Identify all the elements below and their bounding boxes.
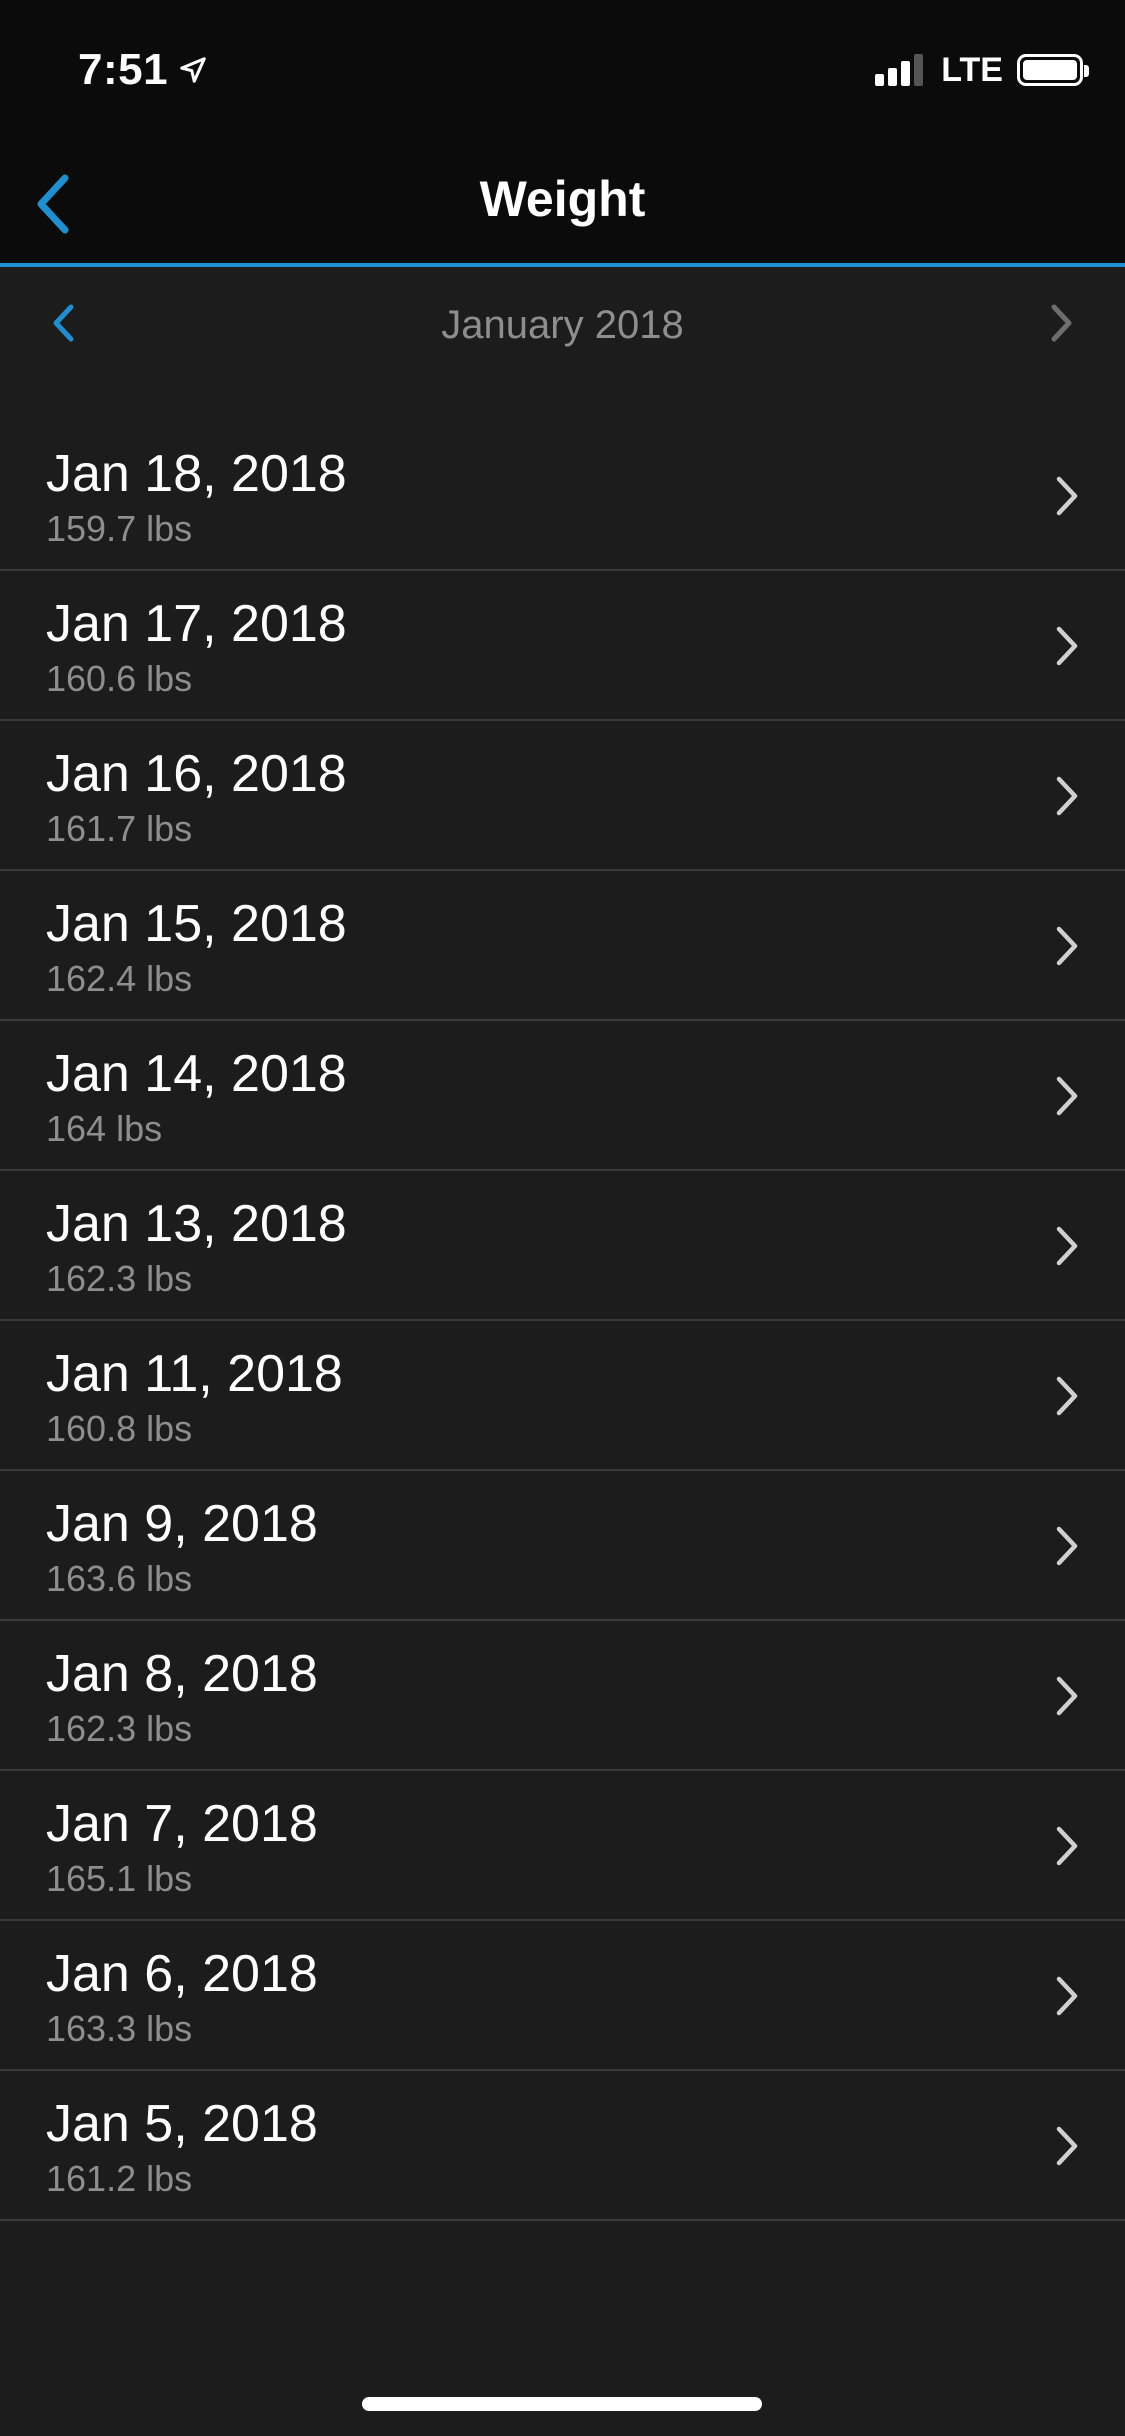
month-selector: January 2018 [0, 267, 1125, 385]
entry-weight: 164 lbs [46, 1108, 163, 1149]
chevron-right-icon [1051, 304, 1072, 342]
chevron-right-icon [1049, 921, 1085, 971]
chevron-right-icon [1049, 1521, 1085, 1571]
entry-date: Jan 11, 2018 [46, 1345, 343, 1403]
entry-date: Jan 14, 2018 [46, 1045, 347, 1103]
entry-date: Jan 7, 2018 [46, 1795, 318, 1853]
navigation-bar: Weight [0, 140, 1125, 264]
entry-date: Jan 8, 2018 [46, 1645, 318, 1703]
chevron-right-icon [1049, 771, 1085, 821]
back-button[interactable] [18, 164, 88, 244]
entry-date: Jan 16, 2018 [46, 745, 347, 803]
battery-full-icon [1017, 54, 1089, 86]
entry-weight: 159.7 lbs [46, 508, 193, 549]
list-item[interactable]: Jan 16, 2018 161.7 lbs [0, 721, 1125, 871]
cellular-signal-icon [875, 54, 927, 86]
entry-weight: 163.6 lbs [46, 1558, 193, 1599]
chevron-left-icon [37, 174, 69, 234]
network-type: LTE [941, 50, 1003, 89]
entry-date: Jan 17, 2018 [46, 595, 347, 653]
list-item[interactable]: Jan 11, 2018 160.8 lbs [0, 1321, 1125, 1471]
list-item[interactable]: Jan 5, 2018 161.2 lbs [0, 2071, 1125, 2221]
entry-weight: 163.3 lbs [46, 2008, 193, 2049]
entry-date: Jan 9, 2018 [46, 1495, 318, 1553]
entry-weight: 161.7 lbs [46, 808, 193, 849]
chevron-right-icon [1049, 1671, 1085, 1721]
status-time: 7:51 [78, 45, 169, 94]
status-time-group: 7:51 [78, 40, 208, 100]
list-item[interactable]: Jan 6, 2018 163.3 lbs [0, 1921, 1125, 2071]
chevron-right-icon [1049, 2121, 1085, 2171]
next-month-button[interactable] [1037, 295, 1087, 351]
page-title: Weight [479, 171, 646, 227]
entry-weight: 162.3 lbs [46, 1708, 193, 1749]
entry-weight: 160.6 lbs [46, 658, 193, 699]
list-item[interactable]: Jan 17, 2018 160.6 lbs [0, 571, 1125, 721]
entry-weight: 161.2 lbs [46, 2158, 193, 2199]
chevron-right-icon [1049, 621, 1085, 671]
status-indicators: LTE [875, 48, 1089, 92]
header-area: 7:51 LTE Weight [0, 0, 1125, 266]
entry-date: Jan 5, 2018 [46, 2095, 318, 2153]
weight-entry-list: Jan 18, 2018 159.7 lbs Jan 17, 2018 160.6 l… [0, 421, 1125, 2221]
entry-weight: 165.1 lbs [46, 1858, 193, 1899]
home-indicator[interactable] [362, 2397, 762, 2411]
chevron-right-icon [1049, 471, 1085, 521]
chevron-right-icon [1049, 1371, 1085, 1421]
chevron-right-icon [1049, 1971, 1085, 2021]
list-item[interactable]: Jan 14, 2018 164 lbs [0, 1021, 1125, 1171]
chevron-left-icon [53, 304, 74, 342]
entry-weight: 162.4 lbs [46, 958, 193, 999]
list-item[interactable]: Jan 8, 2018 162.3 lbs [0, 1621, 1125, 1771]
list-item[interactable]: Jan 9, 2018 163.6 lbs [0, 1471, 1125, 1621]
status-bar: 7:51 LTE [0, 0, 1125, 140]
chevron-right-icon [1049, 1821, 1085, 1871]
list-item[interactable]: Jan 18, 2018 159.7 lbs [0, 421, 1125, 571]
list-item[interactable]: Jan 7, 2018 165.1 lbs [0, 1771, 1125, 1921]
entry-weight: 162.3 lbs [46, 1258, 193, 1299]
previous-month-button[interactable] [38, 295, 88, 351]
chevron-right-icon [1049, 1221, 1085, 1271]
entry-date: Jan 13, 2018 [46, 1195, 347, 1253]
list-item[interactable]: Jan 13, 2018 162.3 lbs [0, 1171, 1125, 1321]
month-label: January 2018 [441, 303, 684, 347]
entry-date: Jan 6, 2018 [46, 1945, 318, 2003]
location-arrow-icon [180, 57, 206, 83]
list-item[interactable]: Jan 15, 2018 162.4 lbs [0, 871, 1125, 1021]
entry-date: Jan 18, 2018 [46, 445, 347, 503]
chevron-right-icon [1049, 1071, 1085, 1121]
entry-weight: 160.8 lbs [46, 1408, 193, 1449]
entry-date: Jan 15, 2018 [46, 895, 347, 953]
weight-screen: 7:51 LTE Weight January 2018 Jan 18, 201… [0, 0, 1125, 2436]
